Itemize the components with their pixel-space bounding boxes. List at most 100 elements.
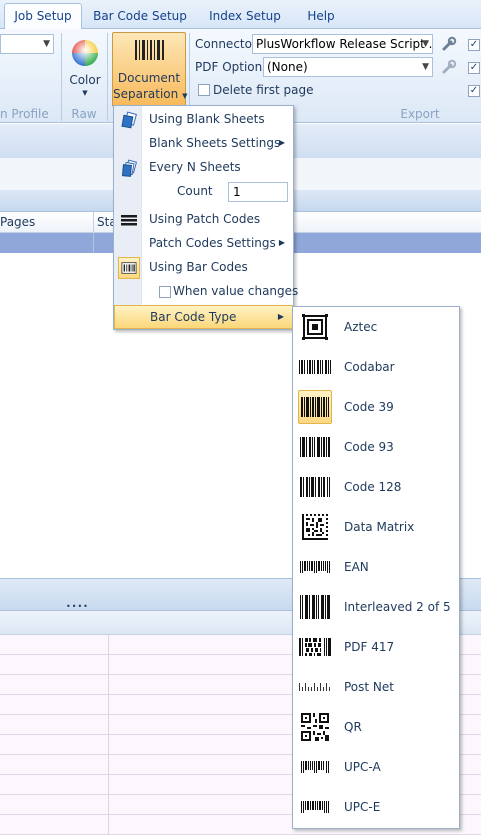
tab-help[interactable]: Help	[298, 4, 344, 29]
profile-dropdown[interactable]: ▼	[0, 34, 54, 54]
column-divider	[108, 655, 109, 675]
export-checkbox-1[interactable]: ✓	[468, 39, 480, 51]
group-divider	[107, 33, 108, 121]
barcode-type-label: Data Matrix	[344, 520, 415, 534]
menu-item-label: Using Patch Codes	[149, 212, 261, 226]
pdf417-icon	[298, 630, 332, 664]
barcode-type-aztec[interactable]: Aztec	[293, 307, 459, 347]
column-divider	[93, 212, 94, 233]
qr-icon	[298, 710, 332, 744]
document-separation-menu: Using Blank Sheets Blank Sheets Settings…	[113, 105, 298, 330]
connector-value: PlusWorkflow Release Script ...	[256, 37, 433, 51]
color-button-label: Color	[69, 73, 101, 87]
barcode-type-upce[interactable]: UPC-E	[293, 787, 459, 827]
barcode-type-label: Aztec	[344, 320, 378, 334]
barcode-type-code128[interactable]: Code 128	[293, 467, 459, 507]
code93-icon	[298, 430, 332, 464]
menu-item-using-bar-codes[interactable]: Using Bar Codes	[114, 256, 293, 280]
codabar-icon	[298, 350, 332, 384]
chevron-down-icon: ▼	[422, 39, 429, 49]
document-separation-button[interactable]: Document Separation ▼	[112, 32, 187, 107]
barcode-type-qr[interactable]: QR	[293, 707, 459, 747]
column-divider	[93, 233, 94, 253]
submenu-arrow-icon: ▶	[277, 312, 284, 321]
blank-sheets-icon	[121, 111, 137, 129]
barcode-type-label: PDF 417	[344, 640, 395, 654]
menu-item-label: Every N Sheets	[149, 160, 241, 174]
menu-item-label: Blank Sheets Settings	[149, 136, 281, 150]
document-separation-label-text: Separation	[113, 87, 179, 101]
upca-icon	[298, 750, 332, 784]
menu-item-bar-code-type[interactable]: Bar Code Type ▶	[114, 305, 293, 329]
pdf-options-dropdown[interactable]: (None) ▼	[263, 57, 433, 77]
barcode-type-label: Post Net	[344, 680, 394, 694]
export-checkbox-2[interactable]: ✓	[468, 62, 480, 74]
bar-code-type-submenu: Aztec Codabar Code 39 Code 93 Code 128 D…	[292, 306, 460, 829]
column-divider	[108, 795, 109, 815]
menu-item-patch-codes-settings[interactable]: Patch Codes Settings ▶	[114, 232, 293, 256]
barcode-type-pdf417[interactable]: PDF 417	[293, 627, 459, 667]
connector-label: Connector	[195, 37, 257, 51]
barcode-type-code93[interactable]: Code 93	[293, 427, 459, 467]
menu-item-every-n-sheets[interactable]: Every N Sheets	[114, 156, 293, 180]
color-button[interactable]: Color ▼	[66, 33, 104, 103]
barcode-type-label: Code 39	[344, 400, 394, 414]
menu-item-using-patch-codes[interactable]: Using Patch Codes	[114, 208, 293, 232]
barcode-icon	[135, 40, 164, 60]
barcode-type-post-net[interactable]: Post Net	[293, 667, 459, 707]
bar-codes-icon	[121, 262, 137, 274]
upce-icon	[298, 790, 332, 824]
when-value-changes-checkbox[interactable]	[159, 286, 171, 298]
grid-header-pages[interactable]: Pages	[0, 215, 35, 229]
connector-settings-icon[interactable]	[441, 36, 457, 52]
barcode-type-label: Interleaved 2 of 5	[344, 600, 451, 614]
barcode-type-label: Codabar	[344, 360, 395, 374]
tab-bar-code-setup[interactable]: Bar Code Setup	[88, 4, 192, 29]
tab-index-setup[interactable]: Index Setup	[200, 4, 290, 29]
raw-group-label: Raw	[71, 107, 97, 121]
menu-item-count: Count 1	[114, 180, 293, 204]
submenu-arrow-icon: ▶	[278, 138, 285, 147]
barcode-type-label: UPC-A	[344, 760, 381, 774]
barcode-type-data-matrix[interactable]: Data Matrix	[293, 507, 459, 547]
menu-item-label: Patch Codes Settings	[149, 236, 276, 250]
barcode-type-ean[interactable]: EAN	[293, 547, 459, 587]
interleaved-2of5-icon	[298, 590, 332, 624]
column-divider	[108, 755, 109, 775]
barcode-type-upca[interactable]: UPC-A	[293, 747, 459, 787]
delete-first-page-checkbox[interactable]	[198, 84, 210, 96]
export-group-label: Export	[400, 107, 440, 121]
submenu-arrow-icon: ▶	[278, 238, 285, 247]
menu-item-label: Bar Code Type	[150, 310, 237, 324]
menu-item-using-blank-sheets[interactable]: Using Blank Sheets	[114, 108, 293, 132]
column-divider	[108, 695, 109, 715]
pdf-settings-icon[interactable]	[441, 59, 457, 75]
connector-dropdown[interactable]: PlusWorkflow Release Script ... ▼	[252, 34, 433, 54]
barcode-type-label: UPC-E	[344, 800, 381, 814]
barcode-type-label: QR	[344, 720, 362, 734]
count-input[interactable]: 1	[228, 182, 288, 202]
tab-job-setup[interactable]: Job Setup	[4, 3, 82, 30]
barcode-type-label: EAN	[344, 560, 369, 574]
column-divider	[108, 815, 109, 835]
code39-icon	[298, 390, 332, 424]
barcode-type-interleaved-2of5[interactable]: Interleaved 2 of 5	[293, 587, 459, 627]
menu-item-blank-sheets-settings[interactable]: Blank Sheets Settings ▶	[114, 132, 293, 156]
group-divider	[61, 33, 62, 121]
postnet-icon	[298, 670, 332, 704]
delete-first-page-label: Delete first page	[213, 83, 314, 97]
export-checkbox-3[interactable]: ✓	[468, 85, 480, 97]
aztec-icon	[298, 310, 332, 344]
document-separation-label-line2: Separation ▼	[113, 87, 187, 101]
menu-item-when-value-changes[interactable]: When value changes	[114, 280, 298, 304]
barcode-type-codabar[interactable]: Codabar	[293, 347, 459, 387]
ean-icon	[298, 550, 332, 584]
barcode-type-code39[interactable]: Code 39	[293, 387, 459, 427]
document-separation-label-line1: Document	[117, 71, 181, 85]
column-divider	[108, 675, 109, 695]
barcode-type-label: Code 93	[344, 440, 394, 454]
chevron-down-icon: ▼	[422, 62, 429, 72]
color-wheel-icon	[72, 40, 98, 66]
column-divider	[108, 775, 109, 795]
splitter-grip-icon[interactable]: ••••	[66, 602, 89, 611]
